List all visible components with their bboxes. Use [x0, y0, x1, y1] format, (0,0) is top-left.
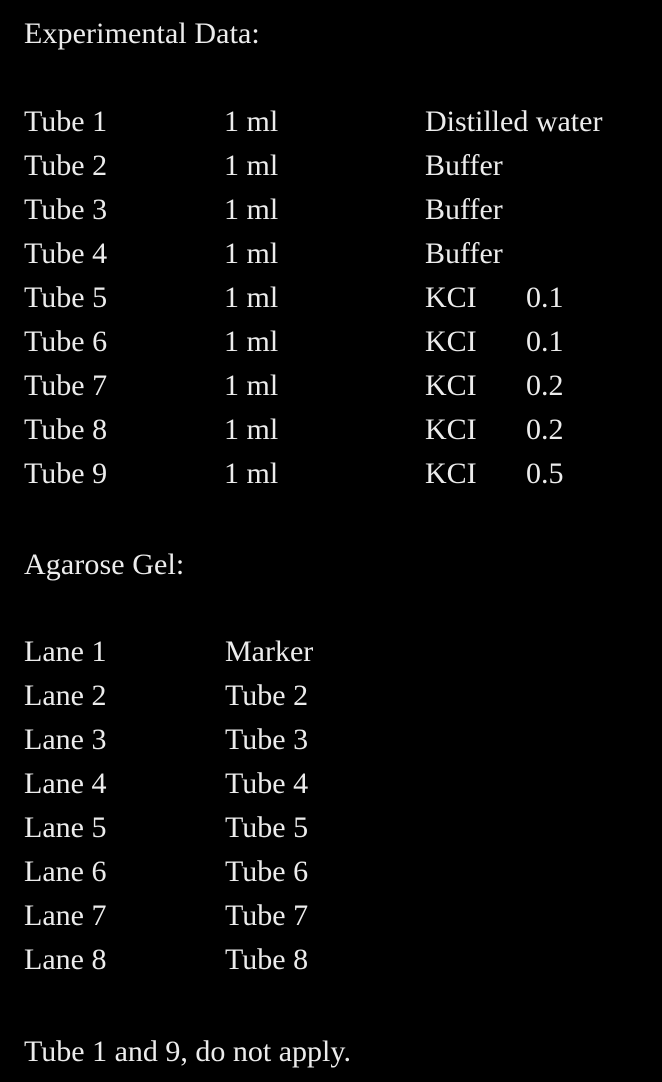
lane-source: Tube 3 — [225, 723, 309, 756]
tube-label: Tube 3 — [24, 193, 108, 226]
table-row: Tube 7 1 ml KCI 0.2 — [0, 364, 662, 408]
table-row: Lane 8 Tube 8 — [0, 938, 662, 982]
tube-concentration: 0.5 — [526, 457, 564, 490]
tube-substance: KCI — [425, 325, 477, 358]
lane-source: Tube 5 — [225, 811, 309, 844]
tube-substance: Buffer — [425, 149, 503, 182]
tube-substance: Distilled water — [425, 105, 603, 138]
tube-volume: 1 ml — [224, 105, 279, 138]
lane-label: Lane 5 — [24, 811, 107, 844]
table-row: Lane 2 Tube 2 — [0, 674, 662, 718]
tube-substance: KCI — [425, 413, 477, 446]
tube-label: Tube 2 — [24, 149, 108, 182]
tube-label: Tube 1 — [24, 105, 108, 138]
lane-label: Lane 7 — [24, 899, 107, 932]
tube-concentration: 0.2 — [526, 369, 564, 402]
tube-volume: 1 ml — [224, 413, 279, 446]
tube-label: Tube 7 — [24, 369, 108, 402]
lane-label: Lane 3 — [24, 723, 107, 756]
lane-label: Lane 6 — [24, 855, 107, 888]
tube-concentration: 0.2 — [526, 413, 564, 446]
lane-source: Tube 2 — [225, 679, 309, 712]
lane-label: Lane 8 — [24, 943, 107, 976]
experimental-notes-page: Experimental Data: Tube 1 1 ml Distilled w… — [0, 0, 662, 1082]
lane-label: Lane 1 — [24, 635, 107, 668]
tube-substance: Buffer — [425, 237, 503, 270]
experimental-data-heading: Experimental Data: — [24, 17, 260, 50]
table-row: Lane 4 Tube 4 — [0, 762, 662, 806]
table-row: Tube 1 1 ml Distilled water — [0, 100, 662, 144]
lane-source: Tube 8 — [225, 943, 309, 976]
tube-volume: 1 ml — [224, 149, 279, 182]
lane-source: Tube 4 — [225, 767, 309, 800]
footnote-text: Tube 1 and 9, do not apply. — [24, 1035, 351, 1068]
table-row: Tube 6 1 ml KCI 0.1 — [0, 320, 662, 364]
agarose-gel-heading: Agarose Gel: — [24, 548, 185, 581]
tube-label: Tube 4 — [24, 237, 108, 270]
tube-concentration: 0.1 — [526, 281, 564, 314]
tube-volume: 1 ml — [224, 325, 279, 358]
tube-volume: 1 ml — [224, 237, 279, 270]
table-row: Tube 8 1 ml KCI 0.2 — [0, 408, 662, 452]
tube-label: Tube 8 — [24, 413, 108, 446]
lane-source: Tube 7 — [225, 899, 309, 932]
tube-volume: 1 ml — [224, 193, 279, 226]
tube-label: Tube 6 — [24, 325, 108, 358]
tube-substance: KCI — [425, 369, 477, 402]
lane-source: Marker — [225, 635, 314, 668]
table-row: Tube 9 1 ml KCI 0.5 — [0, 452, 662, 496]
tube-concentration: 0.1 — [526, 325, 564, 358]
lane-label: Lane 2 — [24, 679, 107, 712]
table-row: Lane 6 Tube 6 — [0, 850, 662, 894]
table-row: Lane 5 Tube 5 — [0, 806, 662, 850]
tube-substance: Buffer — [425, 193, 503, 226]
table-row: Tube 2 1 ml Buffer — [0, 144, 662, 188]
table-row: Lane 3 Tube 3 — [0, 718, 662, 762]
lane-source: Tube 6 — [225, 855, 309, 888]
tube-substance: KCI — [425, 457, 477, 490]
table-row: Lane 7 Tube 7 — [0, 894, 662, 938]
table-row: Tube 3 1 ml Buffer — [0, 188, 662, 232]
lane-label: Lane 4 — [24, 767, 107, 800]
tube-volume: 1 ml — [224, 457, 279, 490]
table-row: Lane 1 Marker — [0, 630, 662, 674]
tube-label: Tube 5 — [24, 281, 108, 314]
table-row: Tube 4 1 ml Buffer — [0, 232, 662, 276]
table-row: Tube 5 1 ml KCI 0.1 — [0, 276, 662, 320]
tube-volume: 1 ml — [224, 281, 279, 314]
tube-substance: KCI — [425, 281, 477, 314]
tube-volume: 1 ml — [224, 369, 279, 402]
tube-label: Tube 9 — [24, 457, 108, 490]
